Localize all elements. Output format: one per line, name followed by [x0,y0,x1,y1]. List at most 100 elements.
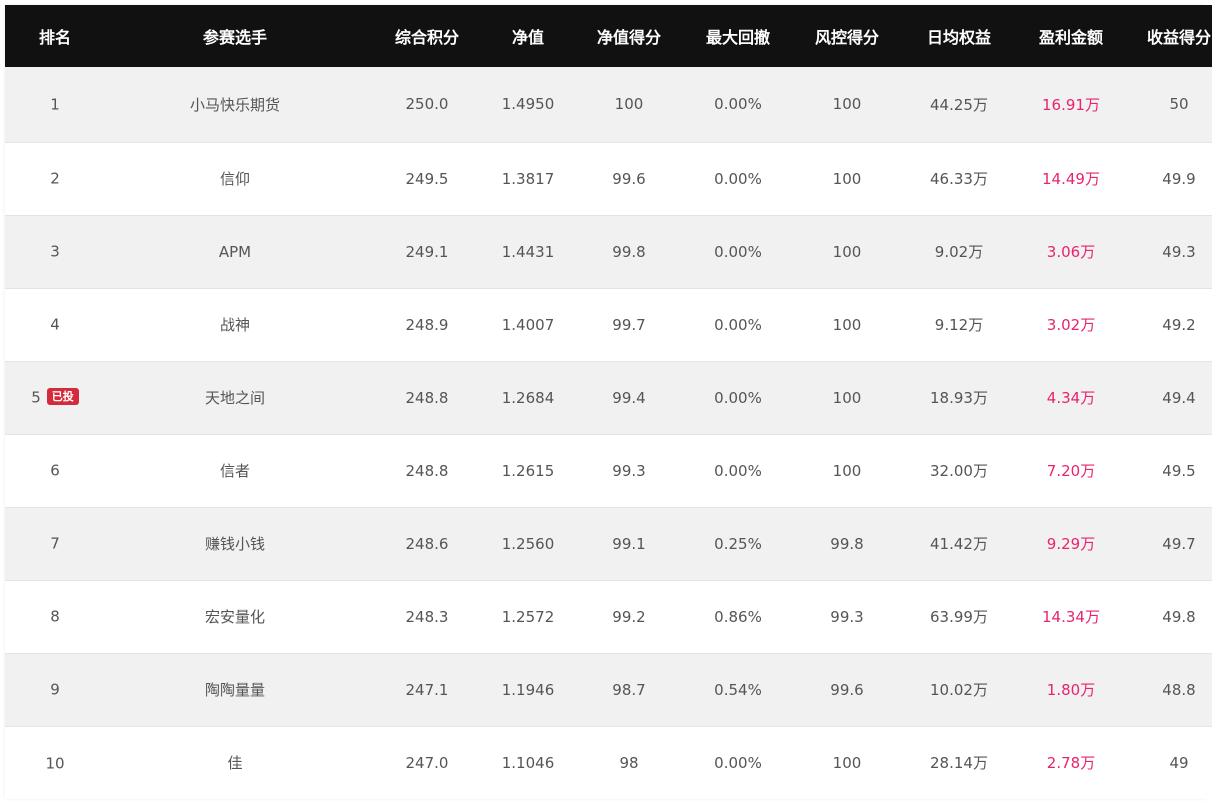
header-rank: 排名 [38,28,71,47]
cell-nav-score: 98.7 [567,652,691,726]
cell-score: 247.0 [365,725,489,799]
cell-nav: 1.2560 [489,506,567,580]
cell-player-name: 陶陶量量 [105,652,365,726]
cell-player-name: 战神 [105,287,365,361]
cell-profit: 14.49万 [1009,141,1133,215]
cell-return-score: 49.2 [1133,287,1212,361]
cell-profit: 16.91万 [1042,95,1100,114]
table-row: 4 战神 248.9 1.4007 99.7 0.00% 100 9.12万 3.02万 49.2 [5,287,1212,361]
cell-max-drawdown: 0.00% [714,95,762,114]
cell-return-score: 49.8 [1133,579,1212,653]
cell-risk-score: 100 [785,141,909,215]
cell-rank: 2 [5,141,105,215]
cell-risk-score: 99.8 [785,506,909,580]
cell-score: 248.3 [365,579,489,653]
rank-number: 4 [50,315,60,334]
cell-profit: 7.20万 [1009,433,1133,507]
cell-nav: 1.4950 [501,95,555,114]
cell-max-drawdown: 0.00% [691,433,785,507]
table-row: 10 佳 247.0 1.1046 98 0.00% 100 28.14万 2.78万 49 [5,725,1212,799]
rank-number: 8 [50,607,60,626]
invested-badge: 已投 [46,388,79,406]
rank-number: 6 [50,461,60,480]
cell-nav: 1.1946 [489,652,567,726]
rank-number: 2 [50,169,60,188]
cell-rank: 7 [5,506,105,580]
rank-number: 7 [50,534,60,553]
cell-avg-equity: 63.99万 [909,579,1009,653]
cell-profit: 4.34万 [1009,360,1133,434]
header-player: 参赛选手 [202,28,267,47]
cell-avg-equity: 32.00万 [909,433,1009,507]
cell-rank: 1 [5,67,105,142]
cell-max-drawdown: 0.00% [691,214,785,288]
cell-nav: 1.2615 [489,433,567,507]
cell-risk-score: 100 [785,360,909,434]
rank-number: 1 [50,95,60,114]
cell-score: 248.6 [365,506,489,580]
cell-score: 248.8 [365,360,489,434]
cell-score: 250.0 [405,95,449,114]
cell-max-drawdown: 0.54% [691,652,785,726]
cell-risk-score: 100 [785,725,909,799]
cell-profit: 3.06万 [1009,214,1133,288]
cell-player-name: 信者 [105,433,365,507]
header-max-drawdown: 最大回撤 [705,28,770,47]
cell-return-score: 49.4 [1133,360,1212,434]
cell-score: 248.8 [365,433,489,507]
cell-avg-equity: 9.02万 [909,214,1009,288]
rank-number: 10 [45,754,65,772]
table-row: 6 信者 248.8 1.2615 99.3 0.00% 100 32.00万 7.20万 49.… [5,433,1212,507]
cell-return-score: 48.8 [1133,652,1212,726]
cell-nav: 1.2572 [489,579,567,653]
table-body: 1 小马快乐期货 250.0 1.4950 100 0.00% 100 44.25万 16.91… [5,67,1212,799]
cell-avg-equity: 10.02万 [909,652,1009,726]
cell-return-score: 49.9 [1133,141,1212,215]
cell-max-drawdown: 0.00% [691,287,785,361]
cell-score: 247.1 [365,652,489,726]
cell-nav: 1.4007 [489,287,567,361]
cell-profit: 9.29万 [1009,506,1133,580]
table-row: 8 宏安量化 248.3 1.2572 99.2 0.86% 99.3 63.99万 14.34… [5,579,1212,653]
table-row: 3 APM 249.1 1.4431 99.8 0.00% 100 9.02万 3.06万 49.… [5,214,1212,288]
header-return-score: 收益得分 [1146,28,1211,47]
cell-rank: 8 [5,579,105,653]
ranking-table: 排名 参赛选手 综合积分 净值 净值得分 最大回撤 风控得分 日均权益 盈利金额… [5,5,1212,799]
table-row: 5 已投 天地之间 248.8 1.2684 99.4 0.00% 100 18.93万 4.34… [5,360,1212,434]
rank-number: 5 [31,388,41,407]
cell-nav-score: 99.4 [567,360,691,434]
cell-nav-score: 99.3 [567,433,691,507]
cell-score: 249.5 [365,141,489,215]
cell-avg-equity: 18.93万 [909,360,1009,434]
header-score: 综合积分 [394,28,459,47]
cell-player-name: APM [105,214,365,288]
cell-nav: 1.2684 [489,360,567,434]
table-row: 1 小马快乐期货 250.0 1.4950 100 0.00% 100 44.25万 16.91… [5,67,1212,142]
cell-risk-score: 100 [785,214,909,288]
cell-risk-score: 99.3 [785,579,909,653]
cell-max-drawdown: 0.00% [691,360,785,434]
cell-rank: 6 [5,433,105,507]
cell-max-drawdown: 0.25% [691,506,785,580]
ranking-table-container: 排名 参赛选手 综合积分 净值 净值得分 最大回撤 风控得分 日均权益 盈利金额… [5,5,1212,799]
cell-nav-score: 99.6 [567,141,691,215]
cell-max-drawdown: 0.00% [691,725,785,799]
cell-score: 249.1 [365,214,489,288]
header-row: 排名 参赛选手 综合积分 净值 净值得分 最大回撤 风控得分 日均权益 盈利金额… [5,5,1212,67]
header-nav-score: 净值得分 [596,28,661,47]
cell-nav-score: 98 [567,725,691,799]
cell-rank: 4 [5,287,105,361]
cell-nav-score: 99.8 [567,214,691,288]
rank-number: 9 [50,680,60,699]
cell-player-name: 佳 [105,725,365,799]
table-row: 7 赚钱小钱 248.6 1.2560 99.1 0.25% 99.8 41.42万 9.29万… [5,506,1212,580]
cell-rank: 3 [5,214,105,288]
cell-return-score: 50 [1169,95,1189,114]
cell-return-score: 49.7 [1133,506,1212,580]
cell-nav-score: 100 [614,95,644,114]
cell-rank: 5 已投 [5,360,105,434]
cell-player-name: 小马快乐期货 [189,95,280,114]
cell-profit: 1.80万 [1009,652,1133,726]
header-nav: 净值 [511,28,544,47]
cell-nav: 1.3817 [489,141,567,215]
